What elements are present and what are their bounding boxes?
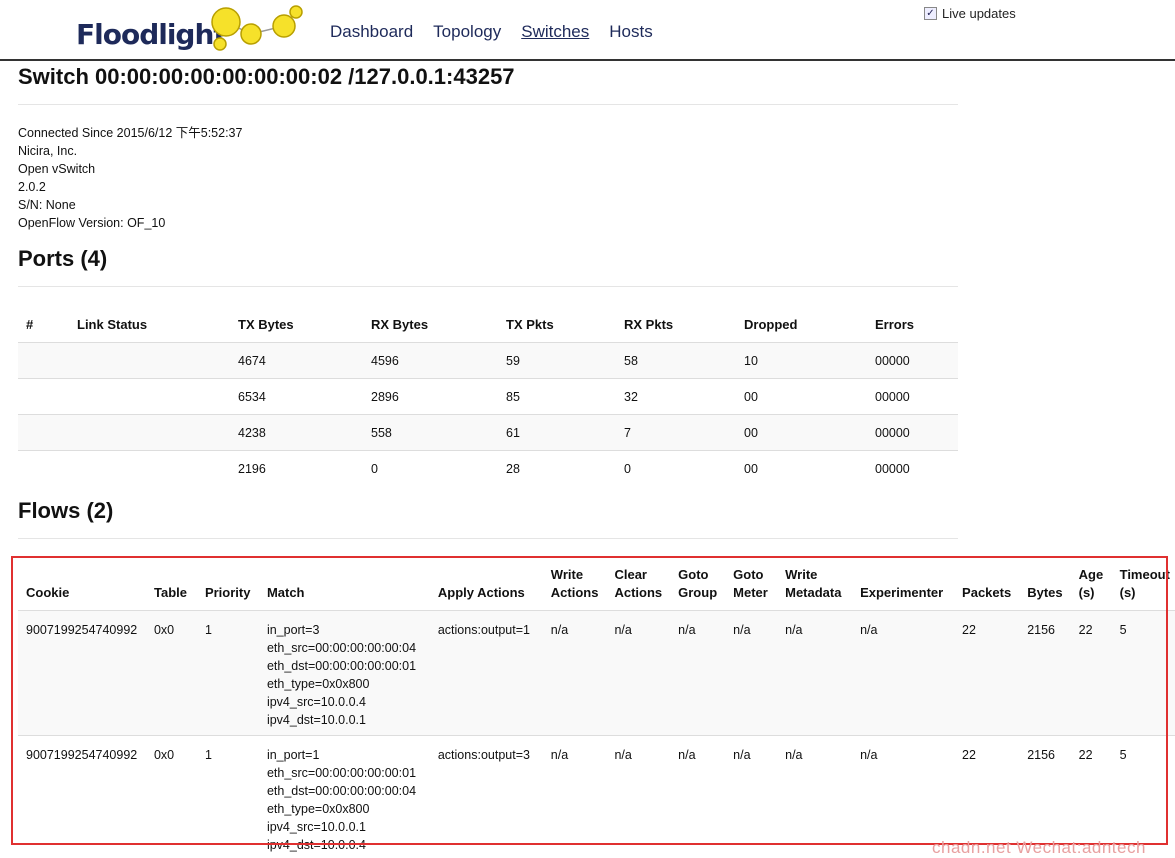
highlight-box: [11, 556, 1168, 845]
watermark: chadn.net Wechat:adntech: [932, 838, 1146, 857]
